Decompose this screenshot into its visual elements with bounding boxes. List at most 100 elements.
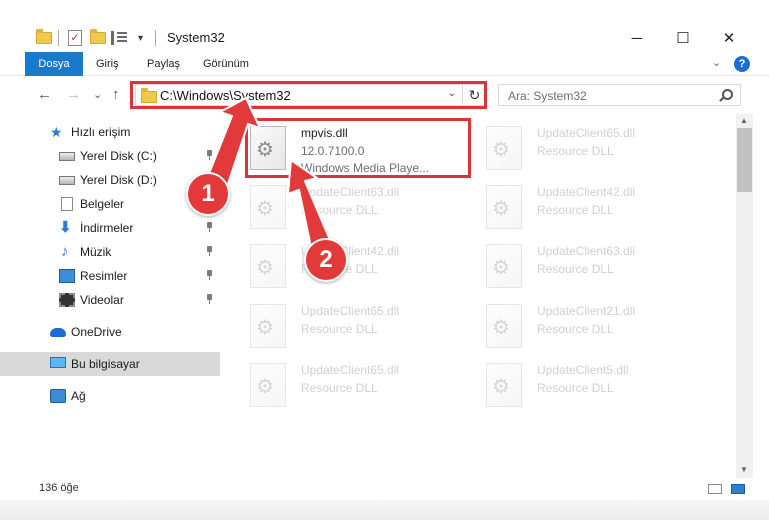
sidebar-item-label: Müzik (80, 245, 112, 259)
sidebar-item-label: Resimler (80, 269, 128, 283)
file-tile[interactable]: UpdateClient65.dll Resource DLL (248, 298, 478, 356)
file-type: Resource DLL (537, 322, 614, 336)
pin-icon[interactable] (205, 270, 213, 280)
sidebar-item-label: Bu bilgisayar (71, 357, 140, 371)
recent-locations-button[interactable]: ⌄ (93, 88, 102, 101)
file-type: Resource DLL (537, 203, 614, 217)
scroll-up-icon[interactable]: ▲ (740, 116, 748, 125)
file-type: Resource DLL (537, 144, 614, 158)
tab-view[interactable]: Görünüm (203, 52, 249, 76)
file-tile[interactable]: UpdateClient63.dll Resource DLL (248, 179, 478, 237)
step-1-badge: 1 (186, 172, 230, 216)
status-bar: 136 öğe (0, 478, 769, 500)
file-tile[interactable]: UpdateClient42.dll Resource DLL (484, 179, 714, 237)
sidebar-item-label: Ağ (71, 389, 86, 403)
collapse-ribbon-icon[interactable]: ⌄ (712, 56, 721, 69)
pin-icon[interactable] (205, 294, 213, 304)
pictures-icon (59, 269, 75, 283)
pin-icon[interactable] (205, 150, 213, 160)
properties-check-icon[interactable]: ✓ (68, 28, 82, 48)
sidebar-item-quick-access[interactable]: ★ Hızlı erişim (0, 120, 220, 144)
file-type: Resource DLL (301, 322, 378, 336)
network-icon (50, 389, 66, 403)
documents-icon (61, 197, 73, 211)
ribbon-tabs: Dosya Giriş Paylaş Görünüm (0, 52, 769, 76)
forward-button[interactable]: → (66, 86, 81, 103)
file-name: UpdateClient5.dll (537, 363, 629, 377)
music-icon: ♪ (61, 243, 69, 260)
sidebar-item-label: Videolar (80, 293, 124, 307)
dll-file-icon (486, 363, 522, 407)
file-tile[interactable]: UpdateClient21.dll Resource DLL (484, 298, 714, 356)
details-view-icon[interactable] (708, 484, 722, 494)
file-tile[interactable]: UpdateClient63.dll Resource DLL (484, 238, 714, 296)
downloads-icon: ⬇ (59, 219, 72, 236)
navigation-pane: ★ Hızlı erişim Yerel Disk (C:) Yerel Dis… (0, 114, 220, 470)
dll-file-icon (486, 126, 522, 170)
separator (58, 28, 59, 48)
sidebar-item-label: Yerel Disk (D:) (80, 173, 157, 187)
this-pc-icon (50, 357, 66, 368)
drive-icon (59, 152, 75, 161)
file-name: UpdateClient42.dll (537, 185, 636, 199)
file-name: UpdateClient65.dll (537, 126, 636, 140)
tab-file[interactable]: Dosya (25, 52, 83, 76)
videos-icon (59, 293, 75, 307)
sidebar-item-local-disk-c[interactable]: Yerel Disk (C:) (0, 144, 220, 168)
sidebar-item-label: Yerel Disk (C:) (80, 149, 157, 163)
dll-file-icon (486, 304, 522, 348)
search-icon[interactable] (722, 89, 733, 100)
maximize-button[interactable]: ☐ (660, 24, 706, 52)
window-bottom-edge (0, 500, 769, 520)
search-placeholder: Ara: System32 (508, 89, 587, 103)
close-button[interactable]: ✕ (706, 24, 752, 52)
scroll-thumb[interactable] (737, 128, 752, 192)
scroll-down-icon[interactable]: ▼ (740, 465, 748, 474)
item-count: 136 öğe (39, 482, 79, 494)
file-name: UpdateClient21.dll (537, 304, 636, 318)
file-type: Resource DLL (301, 203, 378, 217)
address-bar-highlight (130, 81, 487, 109)
dll-file-icon (250, 363, 286, 407)
sidebar-item-label: Belgeler (80, 197, 125, 211)
onedrive-icon (50, 328, 66, 337)
file-tile[interactable]: UpdateClient42.dll Resource DLL (248, 238, 478, 296)
file-name: UpdateClient63.dll (537, 244, 636, 258)
sidebar-item-this-pc[interactable]: Bu bilgisayar (0, 352, 220, 376)
sidebar-item-label: İndirmeler (80, 221, 134, 235)
file-tile[interactable]: UpdateClient65.dll Resource DLL (248, 357, 478, 415)
star-icon: ★ (50, 124, 63, 140)
view-options-icon[interactable] (111, 28, 127, 48)
sidebar-item-label: Hızlı erişim (71, 125, 131, 139)
file-name: UpdateClient65.dll (301, 304, 400, 318)
back-button[interactable]: ← (37, 86, 52, 103)
sidebar-item-music[interactable]: ♪ Müzik (0, 240, 220, 264)
pin-icon[interactable] (205, 222, 213, 232)
sidebar-item-videos[interactable]: Videolar (0, 288, 220, 312)
title-bar: ✓ ▾ System32 ─ ☐ ✕ (0, 0, 769, 52)
dll-file-icon (486, 185, 522, 229)
minimize-button[interactable]: ─ (614, 24, 660, 52)
tab-share[interactable]: Paylaş (147, 52, 180, 76)
drive-icon (59, 176, 75, 185)
new-folder-icon[interactable] (90, 28, 106, 48)
sidebar-item-network[interactable]: Ağ (0, 384, 220, 408)
pin-icon[interactable] (205, 246, 213, 256)
sidebar-item-onedrive[interactable]: OneDrive (0, 320, 220, 344)
tab-home[interactable]: Giriş (96, 52, 119, 76)
help-icon[interactable]: ? (734, 56, 750, 72)
vertical-scrollbar[interactable]: ▲ ▼ (736, 114, 753, 478)
file-tile[interactable]: UpdateClient65.dll Resource DLL (484, 120, 714, 178)
file-type: Resource DLL (537, 262, 614, 276)
tiles-view-icon[interactable] (731, 484, 745, 494)
sidebar-item-downloads[interactable]: ⬇ İndirmeler (0, 216, 220, 240)
file-tile[interactable]: UpdateClient5.dll Resource DLL (484, 357, 714, 415)
window-title: System32 (167, 30, 225, 45)
sidebar-item-pictures[interactable]: Resimler (0, 264, 220, 288)
dll-file-icon (486, 244, 522, 288)
up-button[interactable]: ↑ (112, 86, 120, 103)
separator (155, 28, 156, 48)
customize-toolbar-icon[interactable]: ▾ (138, 28, 143, 48)
dll-file-icon (250, 185, 286, 229)
search-input[interactable]: Ara: System32 (498, 84, 741, 106)
